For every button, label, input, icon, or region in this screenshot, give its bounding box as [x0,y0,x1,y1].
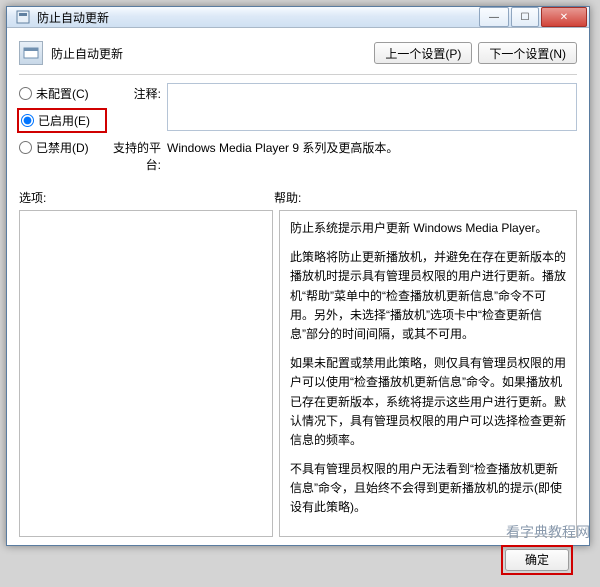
help-p4: 不具有管理员权限的用户无法看到“检查播放机更新信息”命令，且始终不会得到更新播放… [290,460,566,518]
lower-labels: 选项: 帮助: [19,189,577,206]
help-p2: 此策略将防止更新播放机，并避免在存在更新版本的播放机时提示具有管理员权限的用户进… [290,248,566,344]
radio-enabled-label: 已启用(E) [38,112,90,129]
prev-setting-button[interactable]: 上一个设置(P) [374,42,472,64]
help-pane: 防止系统提示用户更新 Windows Media Player。 此策略将防止更… [279,210,577,537]
next-setting-button[interactable]: 下一个设置(N) [478,42,577,64]
help-p1: 防止系统提示用户更新 Windows Media Player。 [290,219,566,238]
window-controls: — ☐ ✕ [477,7,587,27]
config-area: 未配置(C) 已启用(E) 已禁用(D) 注释: [19,83,577,173]
radio-not-configured-label: 未配置(C) [36,85,89,102]
radio-disabled-label: 已禁用(D) [36,139,89,156]
radio-enabled-input[interactable] [21,114,34,127]
close-button[interactable]: ✕ [541,7,587,27]
lower-area: 选项: 帮助: 防止系统提示用户更新 Windows Media Player。… [19,189,577,537]
ok-button-highlight: 确定 [501,545,573,575]
comment-row: 注释: [105,83,577,131]
options-pane [19,210,273,537]
maximize-button[interactable]: ☐ [511,7,539,27]
separator [19,74,577,75]
fields-column: 注释: 支持的平台: Windows Media Player 9 系列及更高版… [105,83,577,173]
radio-enabled-highlight: 已启用(E) [17,108,107,133]
nav-buttons: 上一个设置(P) 下一个设置(N) [374,42,577,64]
titlebar-title: 防止自动更新 [37,9,477,26]
platform-label: 支持的平台: [105,137,167,173]
radio-column: 未配置(C) 已启用(E) 已禁用(D) [19,83,105,173]
minimize-button[interactable]: — [479,7,509,27]
radio-not-configured-input[interactable] [19,87,32,100]
policy-icon [19,41,43,65]
platform-row: 支持的平台: Windows Media Player 9 系列及更高版本。 [105,137,577,173]
platform-value: Windows Media Player 9 系列及更高版本。 [167,137,577,173]
app-icon [15,9,31,25]
watermark-text: 看字典教程网 [506,522,590,542]
radio-disabled[interactable]: 已禁用(D) [19,139,105,156]
header-row: 防止自动更新 上一个设置(P) 下一个设置(N) [19,36,577,70]
dialog-window: 防止自动更新 — ☐ ✕ 防止自动更新 上一个设置(P) 下一个设置(N) 未配… [6,6,590,546]
comment-textarea[interactable] [167,83,577,131]
radio-enabled[interactable]: 已启用(E) [21,112,103,129]
options-label: 选项: [19,189,274,206]
help-label: 帮助: [274,189,301,206]
radio-not-configured[interactable]: 未配置(C) [19,85,105,102]
dialog-content: 防止自动更新 上一个设置(P) 下一个设置(N) 未配置(C) 已启用(E) [7,28,589,587]
help-p3: 如果未配置或禁用此策略，则仅具有管理员权限的用户可以使用“检查播放机更新信息”命… [290,354,566,450]
footer: 确定 [19,537,577,577]
radio-disabled-input[interactable] [19,141,32,154]
policy-title: 防止自动更新 [51,45,374,62]
panes: 防止系统提示用户更新 Windows Media Player。 此策略将防止更… [19,210,577,537]
titlebar[interactable]: 防止自动更新 — ☐ ✕ [7,7,589,28]
comment-label: 注释: [105,83,167,131]
